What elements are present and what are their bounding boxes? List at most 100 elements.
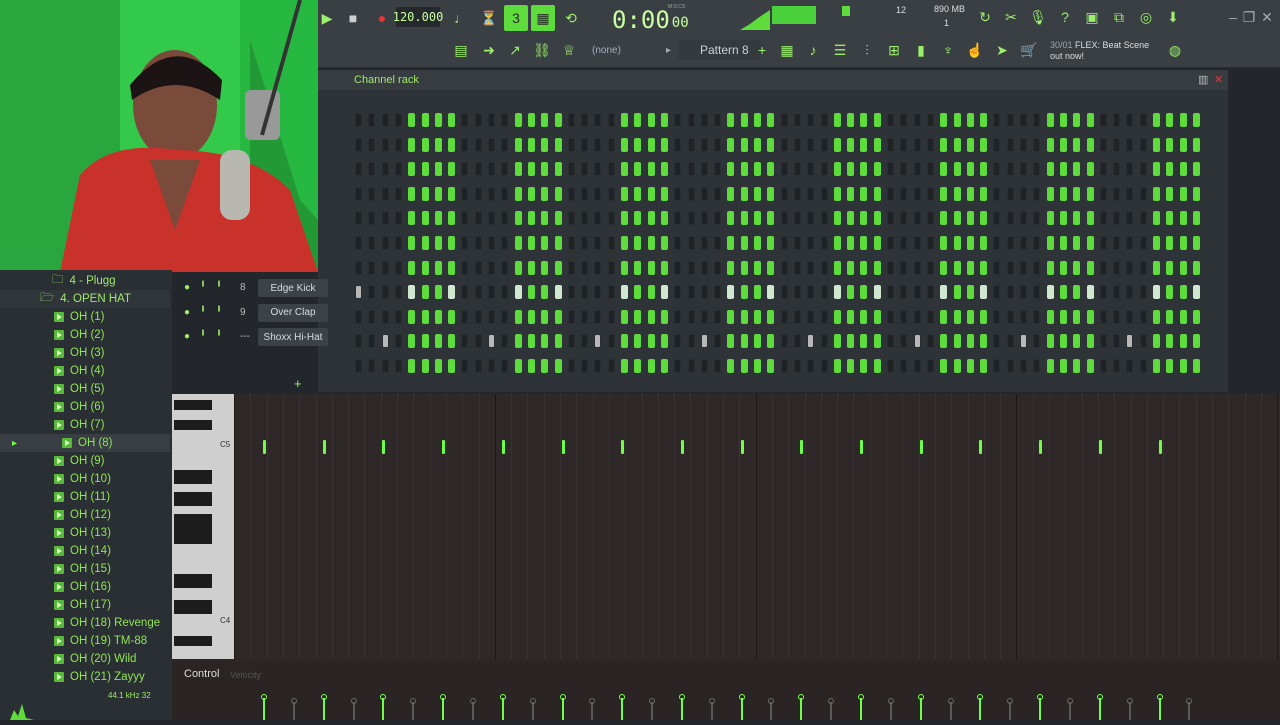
step-button[interactable] (714, 162, 722, 177)
velocity-bar[interactable] (292, 702, 295, 720)
step-button[interactable] (847, 236, 855, 250)
step-button[interactable] (660, 260, 668, 275)
step-button[interactable] (887, 309, 894, 324)
velocity-handle[interactable] (1096, 694, 1103, 700)
step-button[interactable] (833, 137, 841, 152)
step-button[interactable] (408, 260, 416, 275)
close-icon[interactable]: ✕ (1256, 7, 1278, 27)
step-button[interactable] (820, 186, 828, 201)
pattern-prev-icon[interactable]: ▸ (666, 45, 671, 56)
step-button[interactable] (807, 236, 815, 250)
browser-item[interactable]: OH (5) (0, 380, 170, 398)
step-button[interactable] (394, 334, 402, 349)
step-button[interactable] (740, 309, 748, 324)
step-button[interactable] (488, 285, 495, 300)
step-button[interactable] (953, 236, 961, 250)
step-button[interactable] (621, 186, 628, 201)
tempo-display[interactable]: 120.000 (393, 7, 443, 27)
step-button[interactable] (1073, 236, 1081, 250)
note[interactable] (740, 440, 744, 454)
step-button[interactable] (833, 186, 841, 201)
step-button[interactable] (1020, 260, 1027, 275)
step-button[interactable] (514, 260, 522, 275)
step-button[interactable] (461, 137, 469, 152)
velocity-bar[interactable] (442, 698, 445, 720)
link-icon[interactable]: ⛓ (531, 40, 553, 60)
step-button[interactable] (474, 309, 482, 324)
step-button[interactable] (434, 186, 442, 201)
step-button[interactable] (527, 260, 535, 275)
send-icon[interactable]: ➤ (991, 40, 1013, 60)
step-button[interactable] (793, 285, 801, 300)
step-button[interactable] (860, 260, 868, 275)
step-button[interactable] (474, 186, 482, 201)
step-button[interactable] (474, 359, 482, 373)
step-button[interactable] (1073, 137, 1081, 152)
step-button[interactable] (647, 211, 655, 226)
step-button[interactable] (355, 260, 362, 275)
step-button[interactable] (1126, 309, 1134, 324)
channel-name-button[interactable]: Shoxx Hi-Hat (258, 328, 328, 347)
step-button[interactable] (754, 334, 761, 349)
step-button[interactable] (847, 260, 855, 275)
step-button[interactable] (900, 285, 908, 300)
step-button[interactable] (581, 162, 589, 177)
step-button[interactable] (554, 309, 562, 324)
step-button[interactable] (1033, 113, 1041, 127)
channel-number[interactable]: 9 (240, 307, 246, 318)
step-button[interactable] (940, 260, 948, 275)
velocity-bar[interactable] (651, 702, 654, 720)
step-button[interactable] (793, 359, 801, 373)
step-button[interactable] (887, 359, 894, 373)
step-button[interactable] (940, 359, 948, 373)
step-button[interactable] (1139, 113, 1147, 127)
step-button[interactable] (860, 162, 868, 177)
step-button[interactable] (980, 285, 988, 300)
step-button[interactable] (634, 137, 642, 152)
velocity-handle[interactable] (649, 698, 656, 704)
step-button[interactable] (1153, 211, 1160, 226)
step-button[interactable] (368, 309, 376, 324)
note[interactable] (442, 440, 446, 454)
step-button[interactable] (1179, 285, 1187, 300)
step-button[interactable] (1059, 260, 1067, 275)
step-button[interactable] (793, 186, 801, 201)
channel-volume-knob[interactable]: ╹ (216, 282, 222, 293)
step-button[interactable] (408, 285, 416, 300)
step-button[interactable] (1033, 236, 1041, 250)
step-button[interactable] (1192, 186, 1200, 201)
step-button[interactable] (581, 113, 589, 127)
step-button[interactable] (448, 186, 456, 201)
step-button[interactable] (887, 186, 894, 201)
step-button[interactable] (461, 260, 469, 275)
step-button[interactable] (381, 211, 389, 226)
step-button[interactable] (1166, 113, 1174, 127)
step-button[interactable] (820, 113, 828, 127)
velocity-bar[interactable] (680, 698, 683, 720)
step-button[interactable] (847, 113, 855, 127)
step-button[interactable] (1192, 236, 1200, 250)
step-button[interactable] (434, 211, 442, 226)
step-button[interactable] (1139, 162, 1147, 177)
step-button[interactable] (793, 113, 801, 127)
channel-number[interactable]: --- (240, 331, 250, 342)
step-button[interactable] (607, 137, 615, 152)
step-button[interactable] (953, 359, 961, 373)
step-button[interactable] (381, 113, 389, 127)
step-button[interactable] (1139, 211, 1147, 226)
step-button[interactable] (767, 137, 775, 152)
step-button[interactable] (687, 309, 695, 324)
step-button[interactable] (1192, 309, 1200, 324)
step-button[interactable] (594, 113, 602, 127)
step-button[interactable] (660, 186, 668, 201)
step-button[interactable] (1153, 137, 1160, 152)
step-button[interactable] (660, 113, 668, 127)
step-button[interactable] (740, 162, 748, 177)
velocity-bar[interactable] (1188, 702, 1191, 720)
step-button[interactable] (621, 260, 628, 275)
step-button[interactable] (1073, 359, 1081, 373)
step-button[interactable] (1033, 137, 1041, 152)
step-button[interactable] (1086, 211, 1094, 226)
step-button[interactable] (1086, 285, 1094, 300)
browser-item[interactable]: OH (14) (0, 542, 170, 560)
